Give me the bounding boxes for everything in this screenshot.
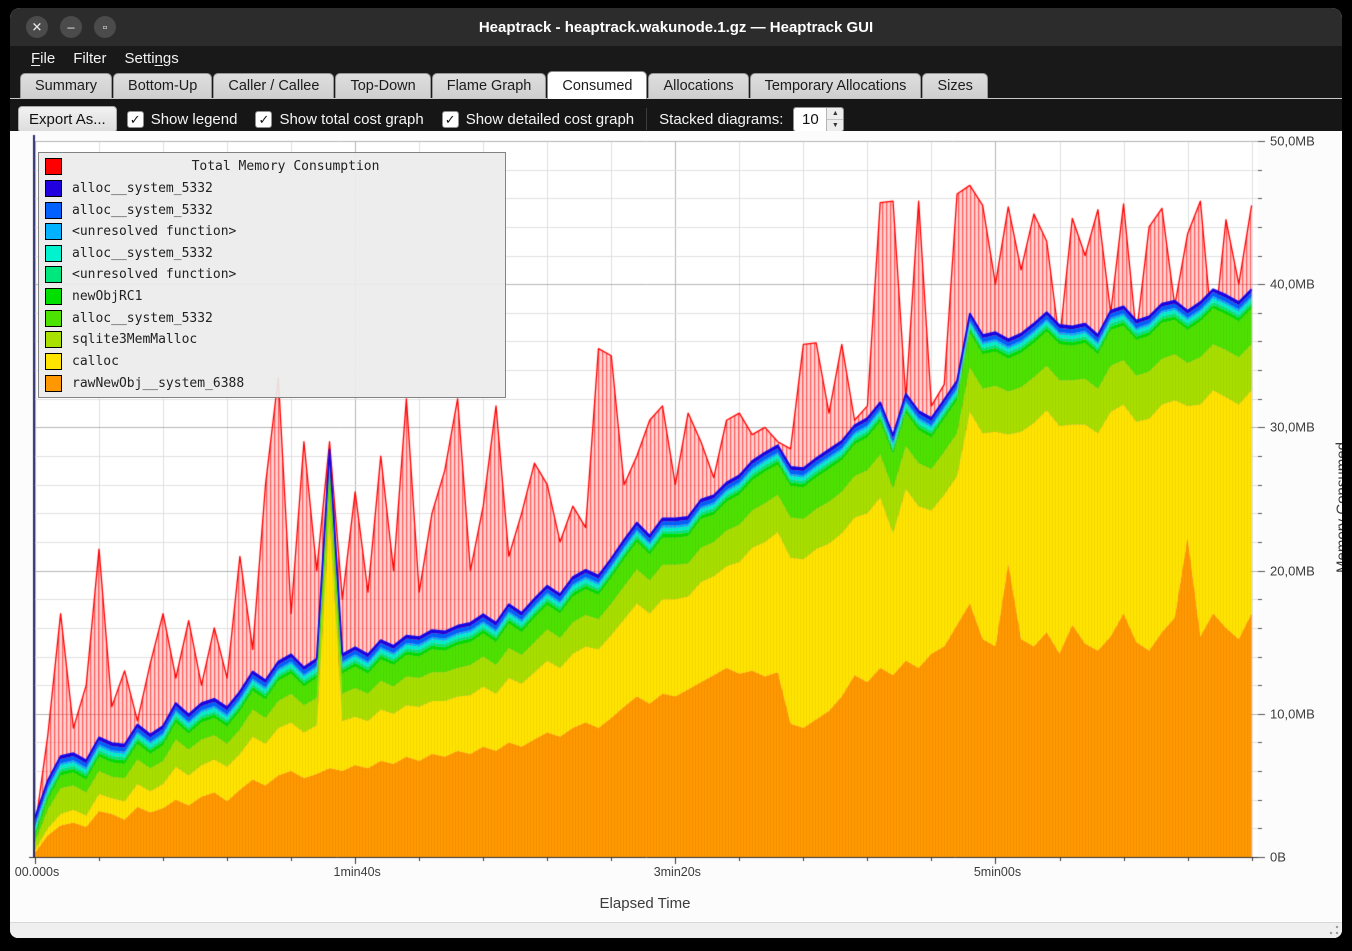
y-tick-label: 20,0MB: [1270, 563, 1315, 578]
tab-summary[interactable]: Summary: [20, 73, 112, 98]
legend-label: alloc__system_5332: [72, 203, 213, 218]
checkbox-icon[interactable]: ✓: [442, 111, 459, 128]
legend-label: <unresolved function>: [72, 224, 236, 239]
legend-item: <unresolved function>: [45, 265, 499, 285]
legend-label: sqlite3MemMalloc: [72, 332, 197, 347]
checkbox-icon[interactable]: ✓: [127, 111, 144, 128]
legend-label: alloc__system_5332: [72, 181, 213, 196]
toolbar-separator: [646, 108, 647, 130]
legend-item: alloc__system_5332: [45, 308, 499, 328]
legend-label: rawNewObj__system_6388: [72, 376, 244, 391]
stacked-diagrams-value[interactable]: 10: [794, 108, 826, 131]
chart-area: Total Memory Consumption alloc__system_53…: [10, 131, 1342, 922]
tab-allocations[interactable]: Allocations: [648, 73, 748, 98]
legend-item: <unresolved function>: [45, 222, 499, 242]
stacked-diagrams-label: Stacked diagrams:: [659, 111, 783, 128]
checkbox-icon[interactable]: ✓: [255, 111, 272, 128]
checkbox-label: Show legend: [151, 111, 238, 128]
x-tick-label: 3min20s: [654, 865, 701, 879]
chart-legend: Total Memory Consumption alloc__system_53…: [38, 152, 506, 398]
spinner-up-icon[interactable]: ▲: [827, 108, 843, 120]
checkbox-show-total-cost-graph[interactable]: ✓ Show total cost graph: [255, 111, 423, 128]
menu-file[interactable]: File: [22, 49, 64, 68]
minimize-icon: –: [67, 20, 74, 33]
legend-swatch-icon: [45, 158, 62, 175]
legend-swatch-icon: [45, 310, 62, 327]
legend-swatch-icon: [45, 353, 62, 370]
legend-item: alloc__system_5332: [45, 243, 499, 263]
legend-title: Total Memory Consumption: [72, 159, 499, 174]
maximize-button[interactable]: ▫: [94, 16, 116, 38]
tab-temporary-allocations[interactable]: Temporary Allocations: [750, 73, 922, 98]
menu-bar: FileFilterSettings: [10, 46, 1342, 70]
legend-swatch-icon: [45, 375, 62, 392]
tab-sizes[interactable]: Sizes: [922, 73, 987, 98]
y-tick-label: 30,0MB: [1270, 420, 1315, 435]
checkbox-label: Show total cost graph: [279, 111, 423, 128]
legend-item: alloc__system_5332: [45, 178, 499, 198]
spinner-arrows: ▲ ▼: [826, 108, 843, 131]
legend-swatch-icon: [45, 180, 62, 197]
x-tick-label: 5min00s: [974, 865, 1021, 879]
tab-bar: SummaryBottom-UpCaller / CalleeTop-DownF…: [10, 70, 1342, 99]
menu-settings[interactable]: Settings: [116, 49, 188, 68]
title-bar[interactable]: ✕ – ▫ Heaptrack - heaptrack.wakunode.1.gz …: [10, 8, 1342, 46]
legend-item: calloc: [45, 351, 499, 371]
tab-consumed[interactable]: Consumed: [547, 71, 647, 99]
legend-swatch-icon: [45, 331, 62, 348]
legend-swatch-icon: [45, 266, 62, 283]
x-axis-title: Elapsed Time: [600, 895, 691, 912]
y-axis-title: Memory Consumed: [1334, 428, 1343, 588]
close-button[interactable]: ✕: [26, 16, 48, 38]
menu-filter[interactable]: Filter: [64, 49, 115, 68]
legend-swatch-icon: [45, 288, 62, 305]
legend-swatch-icon: [45, 202, 62, 219]
legend-label: newObjRC1: [72, 289, 142, 304]
legend-swatch-icon: [45, 245, 62, 262]
legend-label: alloc__system_5332: [72, 311, 213, 326]
legend-item: rawNewObj__system_6388: [45, 373, 499, 393]
stacked-diagrams-spinner[interactable]: 10 ▲ ▼: [793, 107, 844, 132]
tab-bottom-up[interactable]: Bottom-Up: [113, 73, 212, 98]
x-tick-label: 1min40s: [334, 865, 381, 879]
legend-item: alloc__system_5332: [45, 200, 499, 220]
window-controls: ✕ – ▫: [26, 16, 116, 38]
close-icon: ✕: [32, 20, 43, 33]
y-tick-label: 50,0MB: [1270, 134, 1315, 149]
export-as-button[interactable]: Export As...: [18, 106, 117, 133]
heaptrack-window: ✕ – ▫ Heaptrack - heaptrack.wakunode.1.gz …: [10, 8, 1342, 938]
legend-swatch-icon: [45, 223, 62, 240]
minimize-button[interactable]: –: [60, 16, 82, 38]
y-tick-label: 40,0MB: [1270, 277, 1315, 292]
tab-caller-callee[interactable]: Caller / Callee: [213, 73, 334, 98]
checkbox-label: Show detailed cost graph: [466, 111, 634, 128]
legend-label: alloc__system_5332: [72, 246, 213, 261]
legend-item: newObjRC1: [45, 287, 499, 307]
spinner-down-icon[interactable]: ▼: [827, 120, 843, 131]
window-title: Heaptrack - heaptrack.wakunode.1.gz — He…: [10, 19, 1342, 36]
resize-grip[interactable]: [1329, 925, 1339, 935]
tab-top-down[interactable]: Top-Down: [335, 73, 430, 98]
legend-item: Total Memory Consumption: [45, 157, 499, 177]
toolbar-checkboxes: ✓ Show legend ✓ Show total cost graph ✓ Show …: [127, 111, 634, 128]
maximize-icon: ▫: [103, 20, 108, 33]
legend-label: <unresolved function>: [72, 267, 236, 282]
legend-item: sqlite3MemMalloc: [45, 330, 499, 350]
checkbox-show-legend[interactable]: ✓ Show legend: [127, 111, 238, 128]
tab-flame-graph[interactable]: Flame Graph: [432, 73, 547, 98]
y-tick-label: 10,0MB: [1270, 706, 1315, 721]
x-tick-label: 00.000s: [15, 865, 59, 879]
y-tick-label: 0B: [1270, 850, 1286, 865]
status-bar: [10, 922, 1342, 938]
checkbox-show-detailed-cost-graph[interactable]: ✓ Show detailed cost graph: [442, 111, 634, 128]
screen: ✕ – ▫ Heaptrack - heaptrack.wakunode.1.gz …: [0, 0, 1352, 951]
legend-label: calloc: [72, 354, 119, 369]
